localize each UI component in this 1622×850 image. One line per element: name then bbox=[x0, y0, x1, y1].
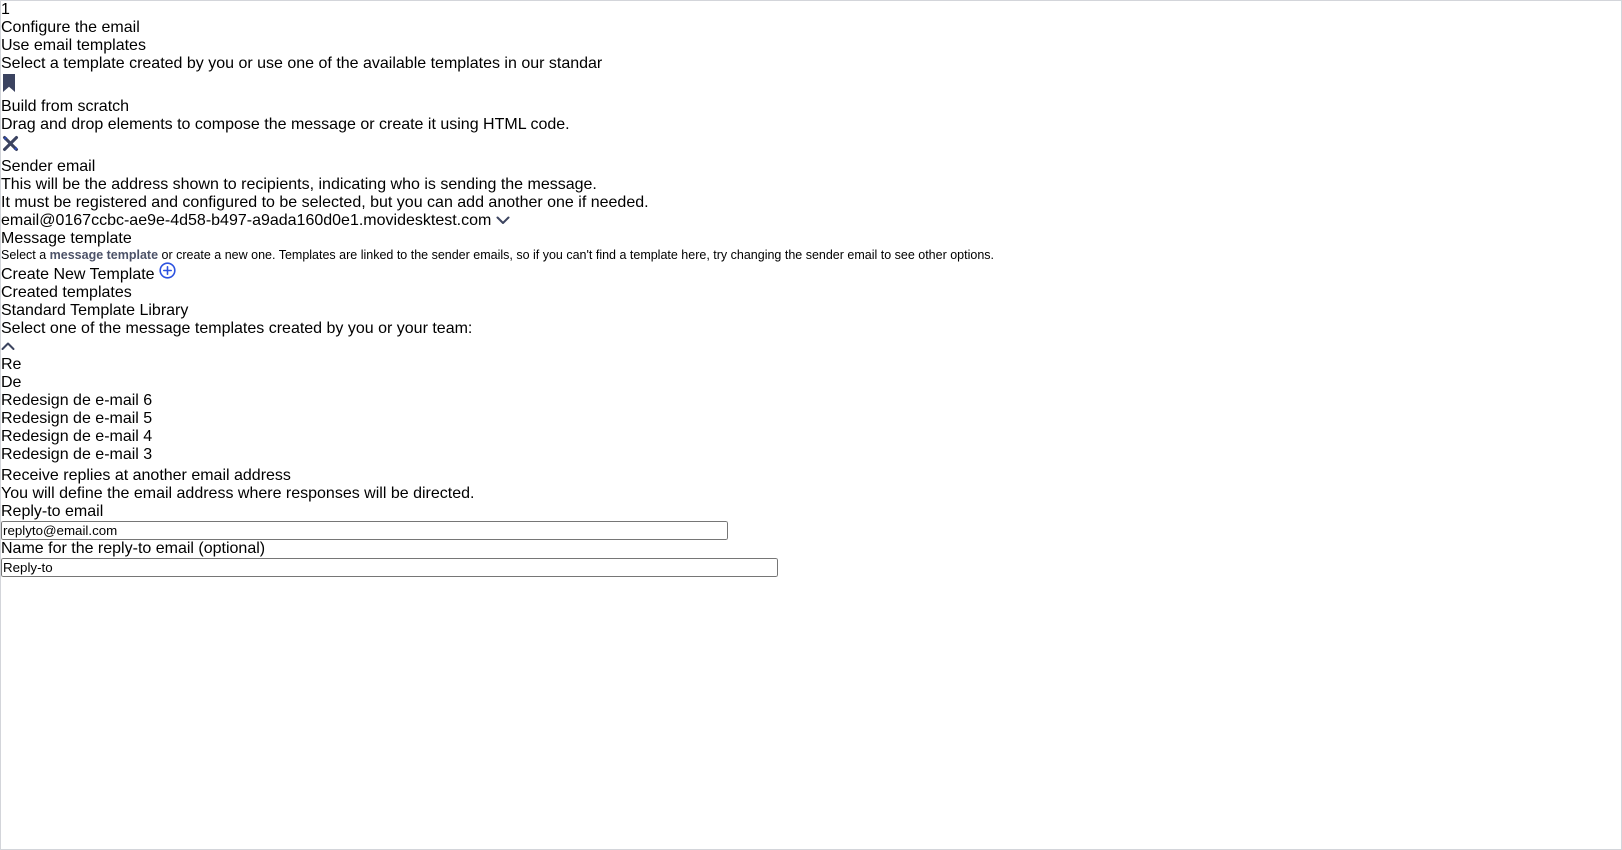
chevron-up-icon bbox=[1, 338, 15, 355]
card-title: Use email templates bbox=[1, 37, 146, 54]
templates-tab-panel: Created templates Standard Template Libr… bbox=[1, 284, 1621, 356]
option-card-use-templates[interactable]: Use email templates Select a template cr… bbox=[1, 37, 1621, 98]
sender-email-label: Sender email bbox=[1, 158, 96, 175]
template-combobox[interactable] bbox=[1, 338, 1621, 356]
template-select-label: Select one of the message templates crea… bbox=[1, 320, 473, 337]
tab-created-templates[interactable]: Created templates bbox=[1, 284, 1621, 302]
sender-email-desc-1: This will be the address shown to recipi… bbox=[1, 176, 597, 193]
top-gradient-bar bbox=[1, 1, 1621, 10]
receive-replies-description: You will define the email address where … bbox=[1, 485, 475, 502]
dropdown-option[interactable]: Redesign de e-mail 4 bbox=[1, 428, 1621, 446]
chevron-down-icon bbox=[496, 212, 510, 229]
reply-to-email-input[interactable] bbox=[1, 521, 728, 540]
option-card-build-scratch[interactable]: Build from scratch Drag and drop element… bbox=[1, 98, 1621, 158]
create-new-template-label: Create New Template bbox=[1, 266, 155, 283]
sender-email-select[interactable]: email@0167ccbc-ae9e-4d58-b497-a9ada160d0… bbox=[1, 212, 1621, 230]
dropdown-option[interactable]: Redesign de e-mail 5 bbox=[1, 410, 1621, 428]
reply-to-name-input[interactable] bbox=[1, 558, 778, 577]
message-template-desc: Select a message template or create a ne… bbox=[1, 248, 994, 262]
receive-replies-label: Receive replies at another email address bbox=[1, 467, 291, 484]
card-title: Build from scratch bbox=[1, 98, 130, 115]
dropdown-option[interactable]: Redesign de e-mail 3 bbox=[1, 446, 1621, 464]
template-dropdown-list: Redesign de e-mail 6 Redesign de e-mail … bbox=[1, 392, 1621, 464]
obscured-section-desc-fragment: De bbox=[1, 374, 22, 391]
sender-email-value: email@0167ccbc-ae9e-4d58-b497-a9ada160d0… bbox=[1, 212, 492, 229]
sender-email-desc-2: It must be registered and configured to … bbox=[1, 194, 649, 211]
create-new-template-link[interactable]: Create New Template bbox=[1, 262, 1621, 284]
card-description: Select a template created by you or use … bbox=[1, 55, 603, 72]
message-template-label: Message template bbox=[1, 230, 132, 247]
page-title: Configure the email bbox=[1, 19, 140, 36]
card-description: Drag and drop elements to compose the me… bbox=[1, 116, 570, 133]
tab-standard-template-library[interactable]: Standard Template Library bbox=[1, 302, 1621, 320]
reply-to-name-label: Name for the reply-to email (optional) bbox=[1, 540, 266, 557]
bookmark-icon bbox=[1, 74, 17, 97]
configure-email-page: 1 Configure the email Use email template… bbox=[0, 0, 1622, 850]
obscured-section-title-fragment: Re bbox=[1, 356, 22, 373]
plus-circle-icon bbox=[159, 262, 176, 283]
dropdown-option[interactable]: Redesign de e-mail 6 bbox=[1, 392, 1621, 410]
reply-settings-panel: Receive replies at another email address… bbox=[1, 467, 1621, 577]
tools-icon bbox=[1, 135, 20, 157]
reply-to-email-label: Reply-to email bbox=[1, 503, 104, 520]
